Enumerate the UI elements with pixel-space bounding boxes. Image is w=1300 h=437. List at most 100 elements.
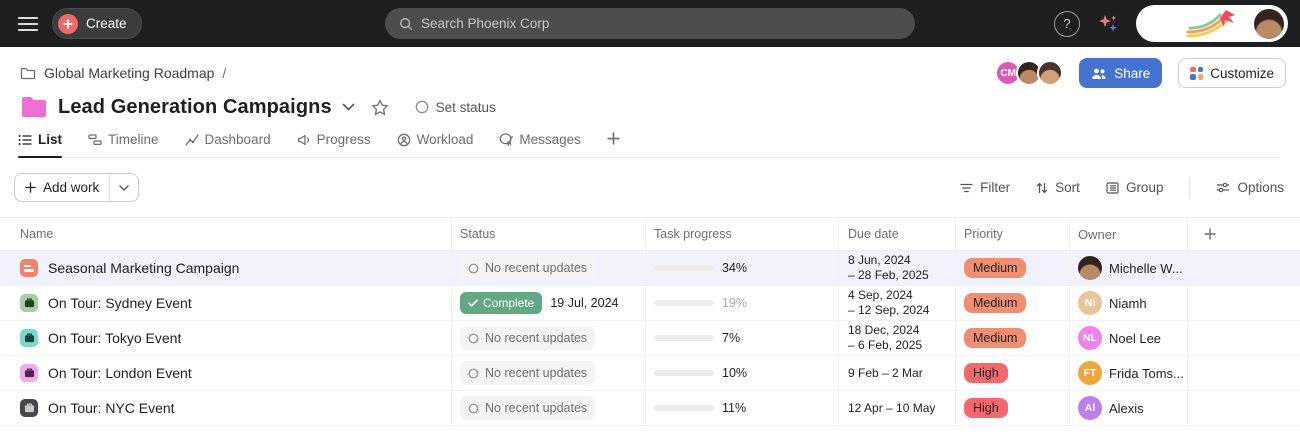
table-row[interactable]: On Tour: NYC Event No recent updates 11%… — [0, 391, 1300, 426]
add-column-button[interactable] — [1188, 218, 1300, 250]
priority-cell[interactable]: Medium — [956, 321, 1070, 355]
column-header-due-date[interactable]: Due date — [839, 218, 956, 250]
tab-messages[interactable]: Messages — [499, 132, 581, 157]
chat-bubble-icon — [499, 133, 513, 146]
filter-button[interactable]: Filter — [960, 180, 1010, 195]
search-input[interactable]: Search Phoenix Corp — [385, 8, 915, 39]
priority-cell[interactable]: High — [956, 356, 1070, 390]
breadcrumb-row: Global Marketing Roadmap / CM Share Cust… — [20, 60, 1286, 86]
account-menu[interactable] — [1136, 5, 1288, 42]
tab-list[interactable]: List — [18, 132, 62, 157]
progress-bar — [654, 335, 714, 341]
work-name[interactable]: On Tour: London Event — [48, 365, 192, 381]
progress-cell: 11% — [646, 391, 839, 425]
column-header-priority[interactable]: Priority — [956, 218, 1070, 250]
status-circle-icon — [468, 368, 479, 379]
owner-cell[interactable]: NL Noel Lee — [1070, 321, 1188, 355]
work-name[interactable]: Seasonal Marketing Campaign — [48, 260, 239, 276]
member-avatars[interactable]: CM — [995, 60, 1063, 86]
due-date-cell[interactable]: 4 Sep, 2024– 12 Sep, 2024 — [839, 286, 956, 320]
sidebar-toggle-icon[interactable] — [18, 17, 38, 31]
share-button-label: Share — [1114, 66, 1150, 81]
view-tabs: List Timeline Dashboard Progress Workloa… — [18, 132, 1280, 158]
share-button[interactable]: Share — [1079, 58, 1162, 88]
owner-name: Niamh — [1109, 296, 1147, 311]
group-icon — [1106, 182, 1119, 194]
owner-cell[interactable]: Al Alexis — [1070, 391, 1188, 425]
progress-cell: 7% — [646, 321, 839, 355]
title-chevron-down-icon[interactable] — [342, 103, 355, 111]
progress-label: 11% — [722, 401, 746, 415]
table-row[interactable]: On Tour: Sydney Event Complete 19 Jul, 2… — [0, 286, 1300, 321]
create-button[interactable]: Create — [52, 8, 142, 39]
add-work-split-button: Add work — [14, 173, 139, 202]
priority-cell[interactable]: High — [956, 391, 1070, 425]
timeline-icon — [88, 134, 102, 146]
briefcase-icon — [20, 329, 38, 347]
progress-label: 7% — [722, 331, 740, 345]
plus-icon — [1204, 228, 1216, 240]
table-row[interactable]: On Tour: London Event No recent updates … — [0, 356, 1300, 391]
tab-dashboard[interactable]: Dashboard — [185, 132, 271, 157]
sort-button[interactable]: Sort — [1036, 180, 1080, 195]
add-view-button[interactable] — [607, 132, 620, 157]
owner-cell[interactable]: Ni Niamh — [1070, 286, 1188, 320]
owner-name: Alexis — [1109, 401, 1144, 416]
status-cell[interactable]: No recent updates — [452, 251, 646, 285]
favorite-star-icon[interactable] — [371, 99, 389, 116]
people-icon — [1091, 67, 1107, 80]
table-row[interactable]: Seasonal Marketing Campaign No recent up… — [0, 251, 1300, 286]
search-placeholder: Search Phoenix Corp — [421, 16, 549, 31]
owner-cell[interactable]: Michelle W... — [1070, 251, 1188, 285]
owner-cell[interactable]: FT Frida Toms... — [1070, 356, 1188, 390]
options-button[interactable]: Options — [1216, 180, 1284, 195]
table-row[interactable]: On Tour: Tokyo Event No recent updates 7… — [0, 321, 1300, 356]
briefcase-icon — [20, 294, 38, 312]
customize-button[interactable]: Customize — [1178, 58, 1286, 88]
set-status-button[interactable]: Set status — [415, 100, 496, 115]
empty-cell — [1188, 286, 1300, 320]
tab-workload-label: Workload — [417, 132, 474, 147]
add-work-button[interactable]: Add work — [15, 174, 109, 201]
due-date-cell[interactable]: 18 Dec, 2024– 6 Feb, 2025 — [839, 321, 956, 355]
ai-sparkles-icon[interactable] — [1096, 12, 1120, 36]
sort-icon — [1036, 182, 1048, 194]
work-name[interactable]: On Tour: NYC Event — [48, 400, 175, 416]
priority-cell[interactable]: Medium — [956, 251, 1070, 285]
customize-button-label: Customize — [1210, 66, 1274, 81]
status-cell[interactable]: No recent updates — [452, 321, 646, 355]
work-name[interactable]: On Tour: Tokyo Event — [48, 330, 181, 346]
column-header-status[interactable]: Status — [452, 218, 646, 250]
due-date-cell[interactable]: 12 Apr – 10 May — [839, 391, 956, 425]
column-header-task-progress[interactable]: Task progress — [646, 218, 839, 250]
create-button-label: Create — [86, 16, 127, 31]
help-button[interactable]: ? — [1054, 11, 1080, 37]
breadcrumb-project[interactable]: Global Marketing Roadmap — [44, 65, 214, 81]
due-date-cell[interactable]: 8 Jun, 2024– 28 Feb, 2025 — [839, 251, 956, 285]
briefcase-icon — [20, 364, 38, 382]
priority-badge: Medium — [964, 258, 1026, 278]
priority-badge: High — [964, 363, 1008, 383]
priority-badge: Medium — [964, 328, 1026, 348]
group-button[interactable]: Group — [1106, 180, 1164, 195]
folder-outline-icon — [20, 66, 36, 80]
breadcrumb[interactable]: Global Marketing Roadmap / — [20, 65, 226, 81]
sliders-icon — [1216, 182, 1230, 193]
priority-cell[interactable]: Medium — [956, 286, 1070, 320]
add-work-caret-button[interactable] — [109, 174, 138, 201]
tab-timeline[interactable]: Timeline — [88, 132, 159, 157]
tab-progress[interactable]: Progress — [297, 132, 371, 157]
status-date: 19 Jul, 2024 — [550, 296, 618, 310]
status-cell[interactable]: No recent updates — [452, 391, 646, 425]
work-name[interactable]: On Tour: Sydney Event — [48, 295, 192, 311]
tab-workload[interactable]: Workload — [397, 132, 474, 157]
priority-badge: Medium — [964, 293, 1026, 313]
status-cell[interactable]: No recent updates — [452, 356, 646, 390]
status-cell[interactable]: Complete 19 Jul, 2024 — [452, 286, 646, 320]
due-date-cell[interactable]: 9 Feb – 2 Mar — [839, 356, 956, 390]
toolbar-divider — [1189, 178, 1190, 198]
column-header-owner[interactable]: Owner — [1070, 218, 1188, 250]
empty-cell — [1188, 321, 1300, 355]
plus-icon — [25, 182, 36, 193]
column-header-name[interactable]: Name — [0, 218, 452, 250]
